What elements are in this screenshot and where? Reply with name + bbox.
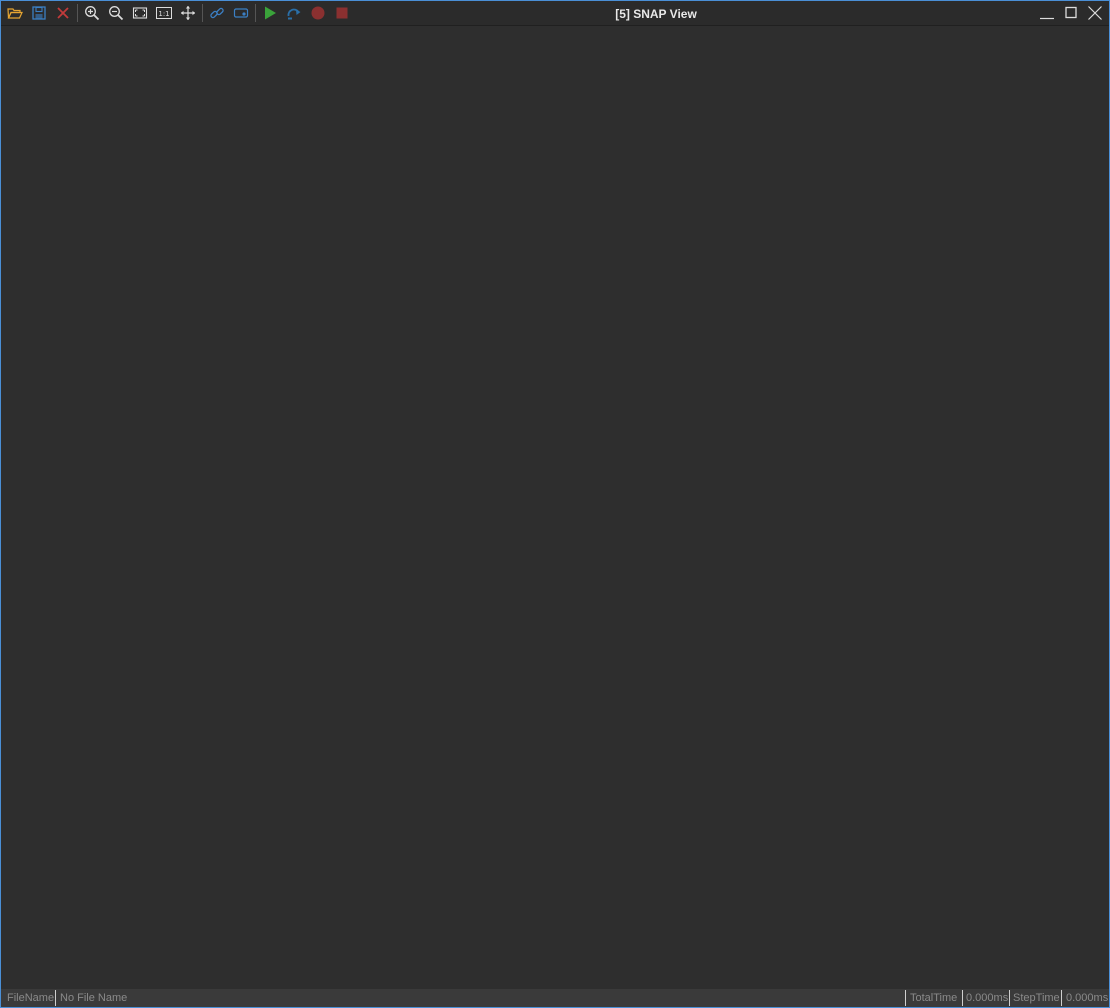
status-divider	[55, 990, 56, 1006]
actual-size-icon: 1:1	[156, 7, 172, 19]
step-time-label: StepTime	[1013, 992, 1060, 1004]
status-divider	[1061, 990, 1062, 1006]
zoom-out-icon	[109, 6, 124, 21]
link-icon	[210, 7, 224, 19]
status-bar: FileName No File Name TotalTime 0.000ms …	[1, 989, 1109, 1007]
close-icon	[57, 7, 69, 19]
open-button[interactable]	[3, 2, 27, 24]
fit-to-window-button[interactable]	[128, 2, 152, 24]
image-canvas[interactable]	[1, 26, 1109, 989]
zoom-in-button[interactable]	[80, 2, 104, 24]
pan-button[interactable]	[176, 2, 200, 24]
save-icon	[32, 6, 46, 20]
actual-size-button[interactable]: 1:1	[152, 2, 176, 24]
maximize-button[interactable]	[1059, 2, 1083, 24]
maximize-icon	[1065, 6, 1077, 19]
filename-value: No File Name	[60, 992, 128, 1004]
fit-to-window-icon	[132, 7, 148, 19]
status-divider	[905, 990, 906, 1006]
toolbar-separator	[255, 4, 256, 22]
link-button[interactable]	[205, 2, 229, 24]
run-button[interactable]	[258, 2, 282, 24]
camera-button[interactable]	[229, 2, 253, 24]
camera-icon	[233, 8, 249, 18]
filename-label: FileName	[7, 992, 55, 1004]
stop-button[interactable]	[330, 2, 354, 24]
toolbar-separator	[202, 4, 203, 22]
save-button[interactable]	[27, 2, 51, 24]
close-window-button[interactable]	[1083, 2, 1107, 24]
total-time-label: TotalTime	[910, 992, 958, 1004]
minimize-icon	[1040, 17, 1054, 20]
zoom-in-icon	[85, 6, 100, 21]
toolbar: 1:1	[3, 2, 354, 24]
pan-icon	[181, 6, 195, 20]
record-icon	[311, 6, 325, 20]
step-time-value: 0.000ms	[1066, 992, 1109, 1004]
window-controls	[1035, 2, 1107, 24]
open-folder-icon	[7, 8, 23, 19]
stop-icon	[336, 7, 348, 19]
title-bar[interactable]: 1:1 [5] SNAP View	[1, 1, 1109, 26]
close-file-button[interactable]	[51, 2, 75, 24]
zoom-out-button[interactable]	[104, 2, 128, 24]
snap-view-window: 1:1 [5] SNAP View FileName No File Name …	[0, 0, 1110, 1008]
step-button[interactable]	[282, 2, 306, 24]
step-icon	[287, 8, 301, 20]
svg-text:1:1: 1:1	[158, 10, 169, 18]
record-button[interactable]	[306, 2, 330, 24]
minimize-button[interactable]	[1035, 2, 1059, 24]
toolbar-separator	[77, 4, 78, 22]
total-time-value: 0.000ms	[966, 992, 1009, 1004]
close-icon	[1088, 6, 1102, 20]
play-icon	[265, 6, 276, 20]
